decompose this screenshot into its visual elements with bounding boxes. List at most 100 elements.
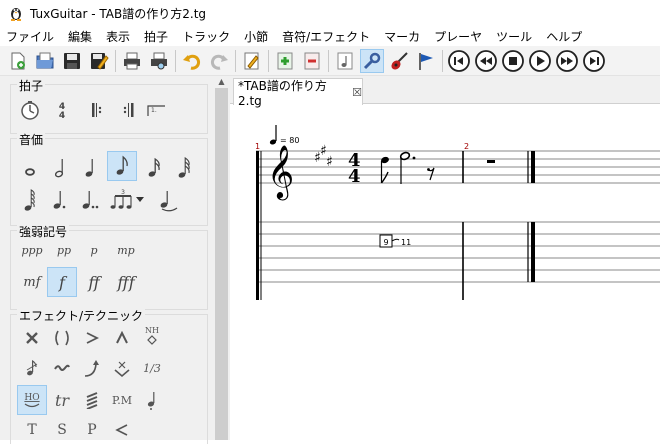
- time-signature-icon: 4 4: [59, 102, 65, 120]
- natural-harmonic-button[interactable]: NH: [137, 321, 167, 351]
- undo-button[interactable]: [180, 49, 204, 73]
- accent-icon: [86, 332, 99, 344]
- print-icon: [124, 52, 140, 69]
- add-track-button[interactable]: [273, 49, 297, 73]
- toolbar-separator: [268, 49, 269, 72]
- fade-in-button[interactable]: [107, 415, 137, 445]
- time-signature-button[interactable]: 4 4: [47, 95, 77, 125]
- menu-track[interactable]: トラック: [175, 28, 237, 45]
- tuplet-third-button[interactable]: 1/3: [137, 353, 167, 383]
- menu-help[interactable]: ヘルプ: [539, 28, 589, 45]
- dynamic-ppp-button[interactable]: ppp: [17, 235, 47, 265]
- first-button[interactable]: [447, 49, 471, 73]
- scroll-up-arrow-icon[interactable]: ▲: [213, 76, 230, 88]
- dotted-note-icon: [53, 191, 66, 209]
- previous-button[interactable]: [474, 49, 498, 73]
- tools-button[interactable]: [360, 48, 384, 73]
- print-button[interactable]: [120, 49, 144, 73]
- palm-mute-button[interactable]: P.M: [107, 385, 137, 415]
- menu-file[interactable]: ファイル: [0, 28, 61, 45]
- tuxguitar-logo-icon: [11, 8, 21, 21]
- document-tab[interactable]: *TAB譜の作り方2.tg ☒: [233, 78, 363, 108]
- sixty-fourth-note-button[interactable]: [15, 185, 45, 215]
- double-dotted-note-button[interactable]: [75, 185, 105, 215]
- vibrato-button[interactable]: [47, 353, 77, 383]
- dynamic-ff-button[interactable]: ff: [79, 267, 109, 297]
- thirty-second-note-button[interactable]: [169, 153, 199, 183]
- accent-button[interactable]: [77, 323, 107, 353]
- ghost-note-button[interactable]: [47, 323, 77, 353]
- close-tab-icon[interactable]: ☒: [352, 86, 362, 99]
- tuplet-button[interactable]: 3: [107, 185, 147, 215]
- remove-track-button[interactable]: [300, 49, 324, 73]
- repeat-close-button[interactable]: [113, 95, 143, 125]
- stop-icon: [502, 49, 524, 72]
- score-view[interactable]: 1 2 = 80 𝄞 ♯ ♯ ♯ 4 4 9 11: [230, 104, 660, 440]
- stop-button[interactable]: [501, 49, 525, 73]
- menu-view[interactable]: 表示: [99, 28, 137, 45]
- next-button[interactable]: [555, 49, 579, 73]
- whole-note-icon: [25, 168, 35, 176]
- menu-player[interactable]: プレーヤ: [427, 28, 489, 45]
- half-note-button[interactable]: [45, 153, 75, 183]
- triplet-icon: 3: [110, 189, 132, 209]
- menu-edit[interactable]: 編集: [61, 28, 99, 45]
- eighth-note-button[interactable]: [107, 151, 137, 181]
- guitar-button[interactable]: [387, 49, 411, 73]
- palette-scrollbar[interactable]: ▲: [213, 76, 230, 440]
- trill-button[interactable]: tr: [47, 385, 77, 415]
- open-file-button[interactable]: [33, 49, 57, 73]
- menu-marker[interactable]: マーカ: [377, 28, 427, 45]
- tempo-button[interactable]: [15, 95, 45, 125]
- tremolo-picking-button[interactable]: [77, 385, 107, 415]
- dynamic-mp-button[interactable]: mp: [111, 235, 141, 265]
- heavy-accent-button[interactable]: [107, 323, 137, 353]
- grace-note-button[interactable]: [17, 353, 47, 383]
- open-file-icon: [36, 52, 54, 68]
- document-area: *TAB譜の作り方2.tg ☒ 1 2 = 80 𝄞 ♯ ♯ ♯ 4 4 9 1…: [230, 76, 660, 440]
- play-button[interactable]: [528, 49, 552, 73]
- svg-text:1.: 1.: [151, 107, 157, 114]
- scrollbar-thumb[interactable]: [215, 88, 228, 440]
- save-as-button[interactable]: [87, 49, 111, 73]
- dynamic-fff-button[interactable]: fff: [111, 267, 141, 297]
- save-button[interactable]: [60, 49, 84, 73]
- print-preview-button[interactable]: [147, 49, 171, 73]
- tie-note-button[interactable]: [153, 185, 183, 215]
- edit-mode-button[interactable]: [240, 49, 264, 73]
- last-button[interactable]: [582, 49, 606, 73]
- repeat-open-icon: [92, 103, 102, 117]
- repeat-open-button[interactable]: [83, 95, 113, 125]
- dynamic-pp-button[interactable]: pp: [49, 235, 79, 265]
- slide-button[interactable]: [107, 353, 137, 383]
- menu-tools[interactable]: ツール: [489, 28, 539, 45]
- marker-button[interactable]: [414, 49, 438, 73]
- staccato-button[interactable]: [137, 385, 167, 415]
- popping-button[interactable]: P: [77, 415, 107, 445]
- transport-button[interactable]: [333, 49, 357, 73]
- document-tab-bar: *TAB譜の作り方2.tg ☒: [230, 76, 660, 108]
- dynamic-p-button[interactable]: p: [79, 235, 109, 265]
- menu-note-effect[interactable]: 音符/エフェクト: [275, 28, 377, 45]
- new-file-button[interactable]: [6, 49, 30, 73]
- menu-beat[interactable]: 拍子: [137, 28, 175, 45]
- guitar-icon: [391, 51, 408, 70]
- quarter-note-button[interactable]: [75, 153, 105, 183]
- eighth-note-icon: [116, 155, 128, 175]
- dotted-note-button[interactable]: [45, 185, 75, 215]
- alternate-ending-button[interactable]: 1.: [141, 95, 171, 125]
- redo-button[interactable]: [207, 49, 231, 73]
- slapping-button[interactable]: S: [47, 415, 77, 445]
- dead-note-button[interactable]: [17, 323, 47, 353]
- hammer-on-button[interactable]: HO: [17, 385, 47, 415]
- undo-icon: [183, 54, 201, 70]
- bend-button[interactable]: [77, 353, 107, 383]
- dynamic-mf-button[interactable]: mf: [17, 267, 47, 297]
- menu-measure[interactable]: 小節: [237, 28, 275, 45]
- sixteenth-note-button[interactable]: [139, 153, 169, 183]
- dynamic-f-button[interactable]: f: [47, 267, 77, 297]
- tab-bend-target: 11: [401, 238, 411, 247]
- whole-note-button[interactable]: [15, 153, 45, 183]
- tapping-button[interactable]: T: [17, 415, 47, 445]
- dotted-half-note: [399, 151, 416, 184]
